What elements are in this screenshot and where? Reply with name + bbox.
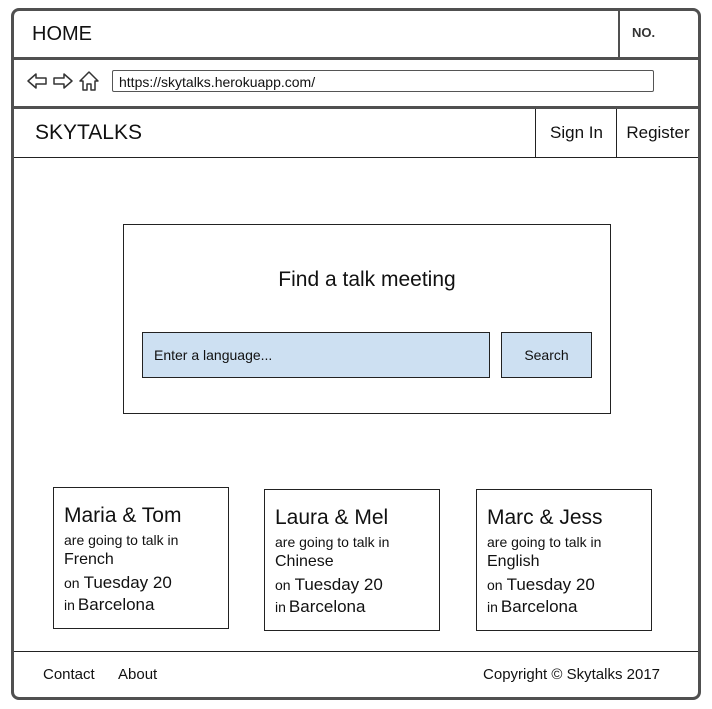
card-date: Tuesday 20 xyxy=(294,575,383,594)
forward-arrow-icon[interactable] xyxy=(52,70,74,92)
card-names: Marc & Jess xyxy=(487,506,603,529)
meeting-card[interactable]: Marc & Jess are going to talk in English… xyxy=(476,489,652,631)
back-arrow-icon[interactable] xyxy=(26,70,48,92)
register-button[interactable]: Register xyxy=(616,109,699,157)
card-description: are going to talk in xyxy=(487,534,602,550)
page-number-label: NO. xyxy=(632,25,656,40)
search-panel: Find a talk meeting Search xyxy=(123,224,611,414)
site-logo[interactable]: SKYTALKS xyxy=(35,121,142,145)
copyright-text: Copyright © Skytalks 2017 xyxy=(483,666,660,683)
card-date: Tuesday 20 xyxy=(506,575,595,594)
card-language: French xyxy=(64,551,114,568)
card-city: Barcelona xyxy=(77,595,155,614)
card-names: Maria & Tom xyxy=(64,504,182,527)
card-on-label: on xyxy=(275,577,291,593)
sign-in-button[interactable]: Sign In xyxy=(535,109,617,157)
search-button[interactable]: Search xyxy=(501,332,592,378)
site-header: SKYTALKS Sign In Register xyxy=(14,109,698,158)
card-location-line: in Barcelona xyxy=(487,597,577,617)
card-in-label: in xyxy=(487,599,498,615)
card-date: Tuesday 20 xyxy=(83,573,172,592)
meeting-card[interactable]: Laura & Mel are going to talk in Chinese… xyxy=(264,489,440,631)
page-number-cell: NO. xyxy=(618,11,700,57)
card-description: are going to talk in xyxy=(275,534,390,550)
card-in-label: in xyxy=(64,597,75,613)
card-location-line: in Barcelona xyxy=(275,597,365,617)
browser-toolbar: https://skytalks.herokuapp.com/ xyxy=(14,60,698,109)
contact-link[interactable]: Contact xyxy=(43,666,95,683)
card-city: Barcelona xyxy=(288,597,366,616)
page-tab-title: HOME xyxy=(32,23,92,45)
card-description: are going to talk in xyxy=(64,532,179,548)
card-date-line: on Tuesday 20 xyxy=(64,573,172,593)
card-on-label: on xyxy=(64,575,80,591)
card-on-label: on xyxy=(487,577,503,593)
card-language: English xyxy=(487,553,540,570)
card-date-line: on Tuesday 20 xyxy=(487,575,595,595)
card-location-line: in Barcelona xyxy=(64,595,154,615)
browser-window: HOME NO. https://skytalks.herokuapp.com/… xyxy=(11,8,701,700)
url-field[interactable]: https://skytalks.herokuapp.com/ xyxy=(112,70,654,92)
language-search-input[interactable] xyxy=(142,332,490,378)
card-city: Barcelona xyxy=(500,597,578,616)
window-titlebar: HOME NO. xyxy=(14,11,698,60)
search-title: Find a talk meeting xyxy=(278,268,456,291)
meeting-card[interactable]: Maria & Tom are going to talk in French … xyxy=(53,487,229,629)
card-in-label: in xyxy=(275,599,286,615)
site-footer: Contact About Copyright © Skytalks 2017 xyxy=(14,651,698,698)
home-icon[interactable] xyxy=(78,70,100,92)
card-language: Chinese xyxy=(275,553,334,570)
card-date-line: on Tuesday 20 xyxy=(275,575,383,595)
card-names: Laura & Mel xyxy=(275,506,389,529)
about-link[interactable]: About xyxy=(118,666,157,683)
